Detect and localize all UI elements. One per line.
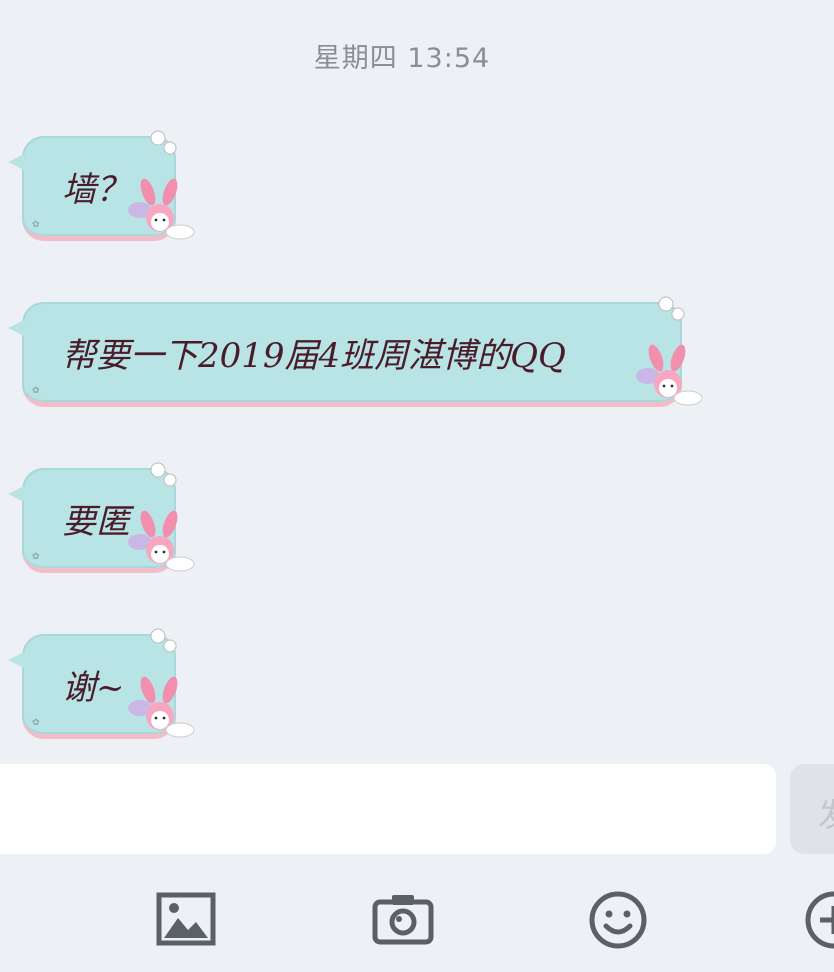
image-icon[interactable] [156,892,216,946]
send-button[interactable]: 发 [790,764,834,854]
bunny-sticker-icon [636,296,703,406]
bubble-mark: ✿ [32,718,40,728]
bunny-sticker-icon [128,462,195,572]
bubble-mark: ✿ [32,220,40,230]
message-timestamp: 星期四 13:54 [313,43,491,74]
emoji-icon[interactable] [588,890,648,950]
camera-icon[interactable] [372,892,434,946]
bubble-mark: ✿ [32,386,40,396]
message-input[interactable] [0,764,776,854]
chat-bubble[interactable]: 帮要一下2019届4班周湛博的QQ ✿ [8,302,682,407]
message-text: 帮要一下2019届4班周湛博的QQ [62,335,566,376]
bunny-sticker-icon [128,130,195,240]
message-text: 谢~ [62,667,125,708]
plus-icon[interactable] [804,890,834,950]
bunny-sticker-icon [128,628,195,738]
send-button-label: 发 [818,790,834,836]
bubble-mark: ✿ [32,552,40,562]
